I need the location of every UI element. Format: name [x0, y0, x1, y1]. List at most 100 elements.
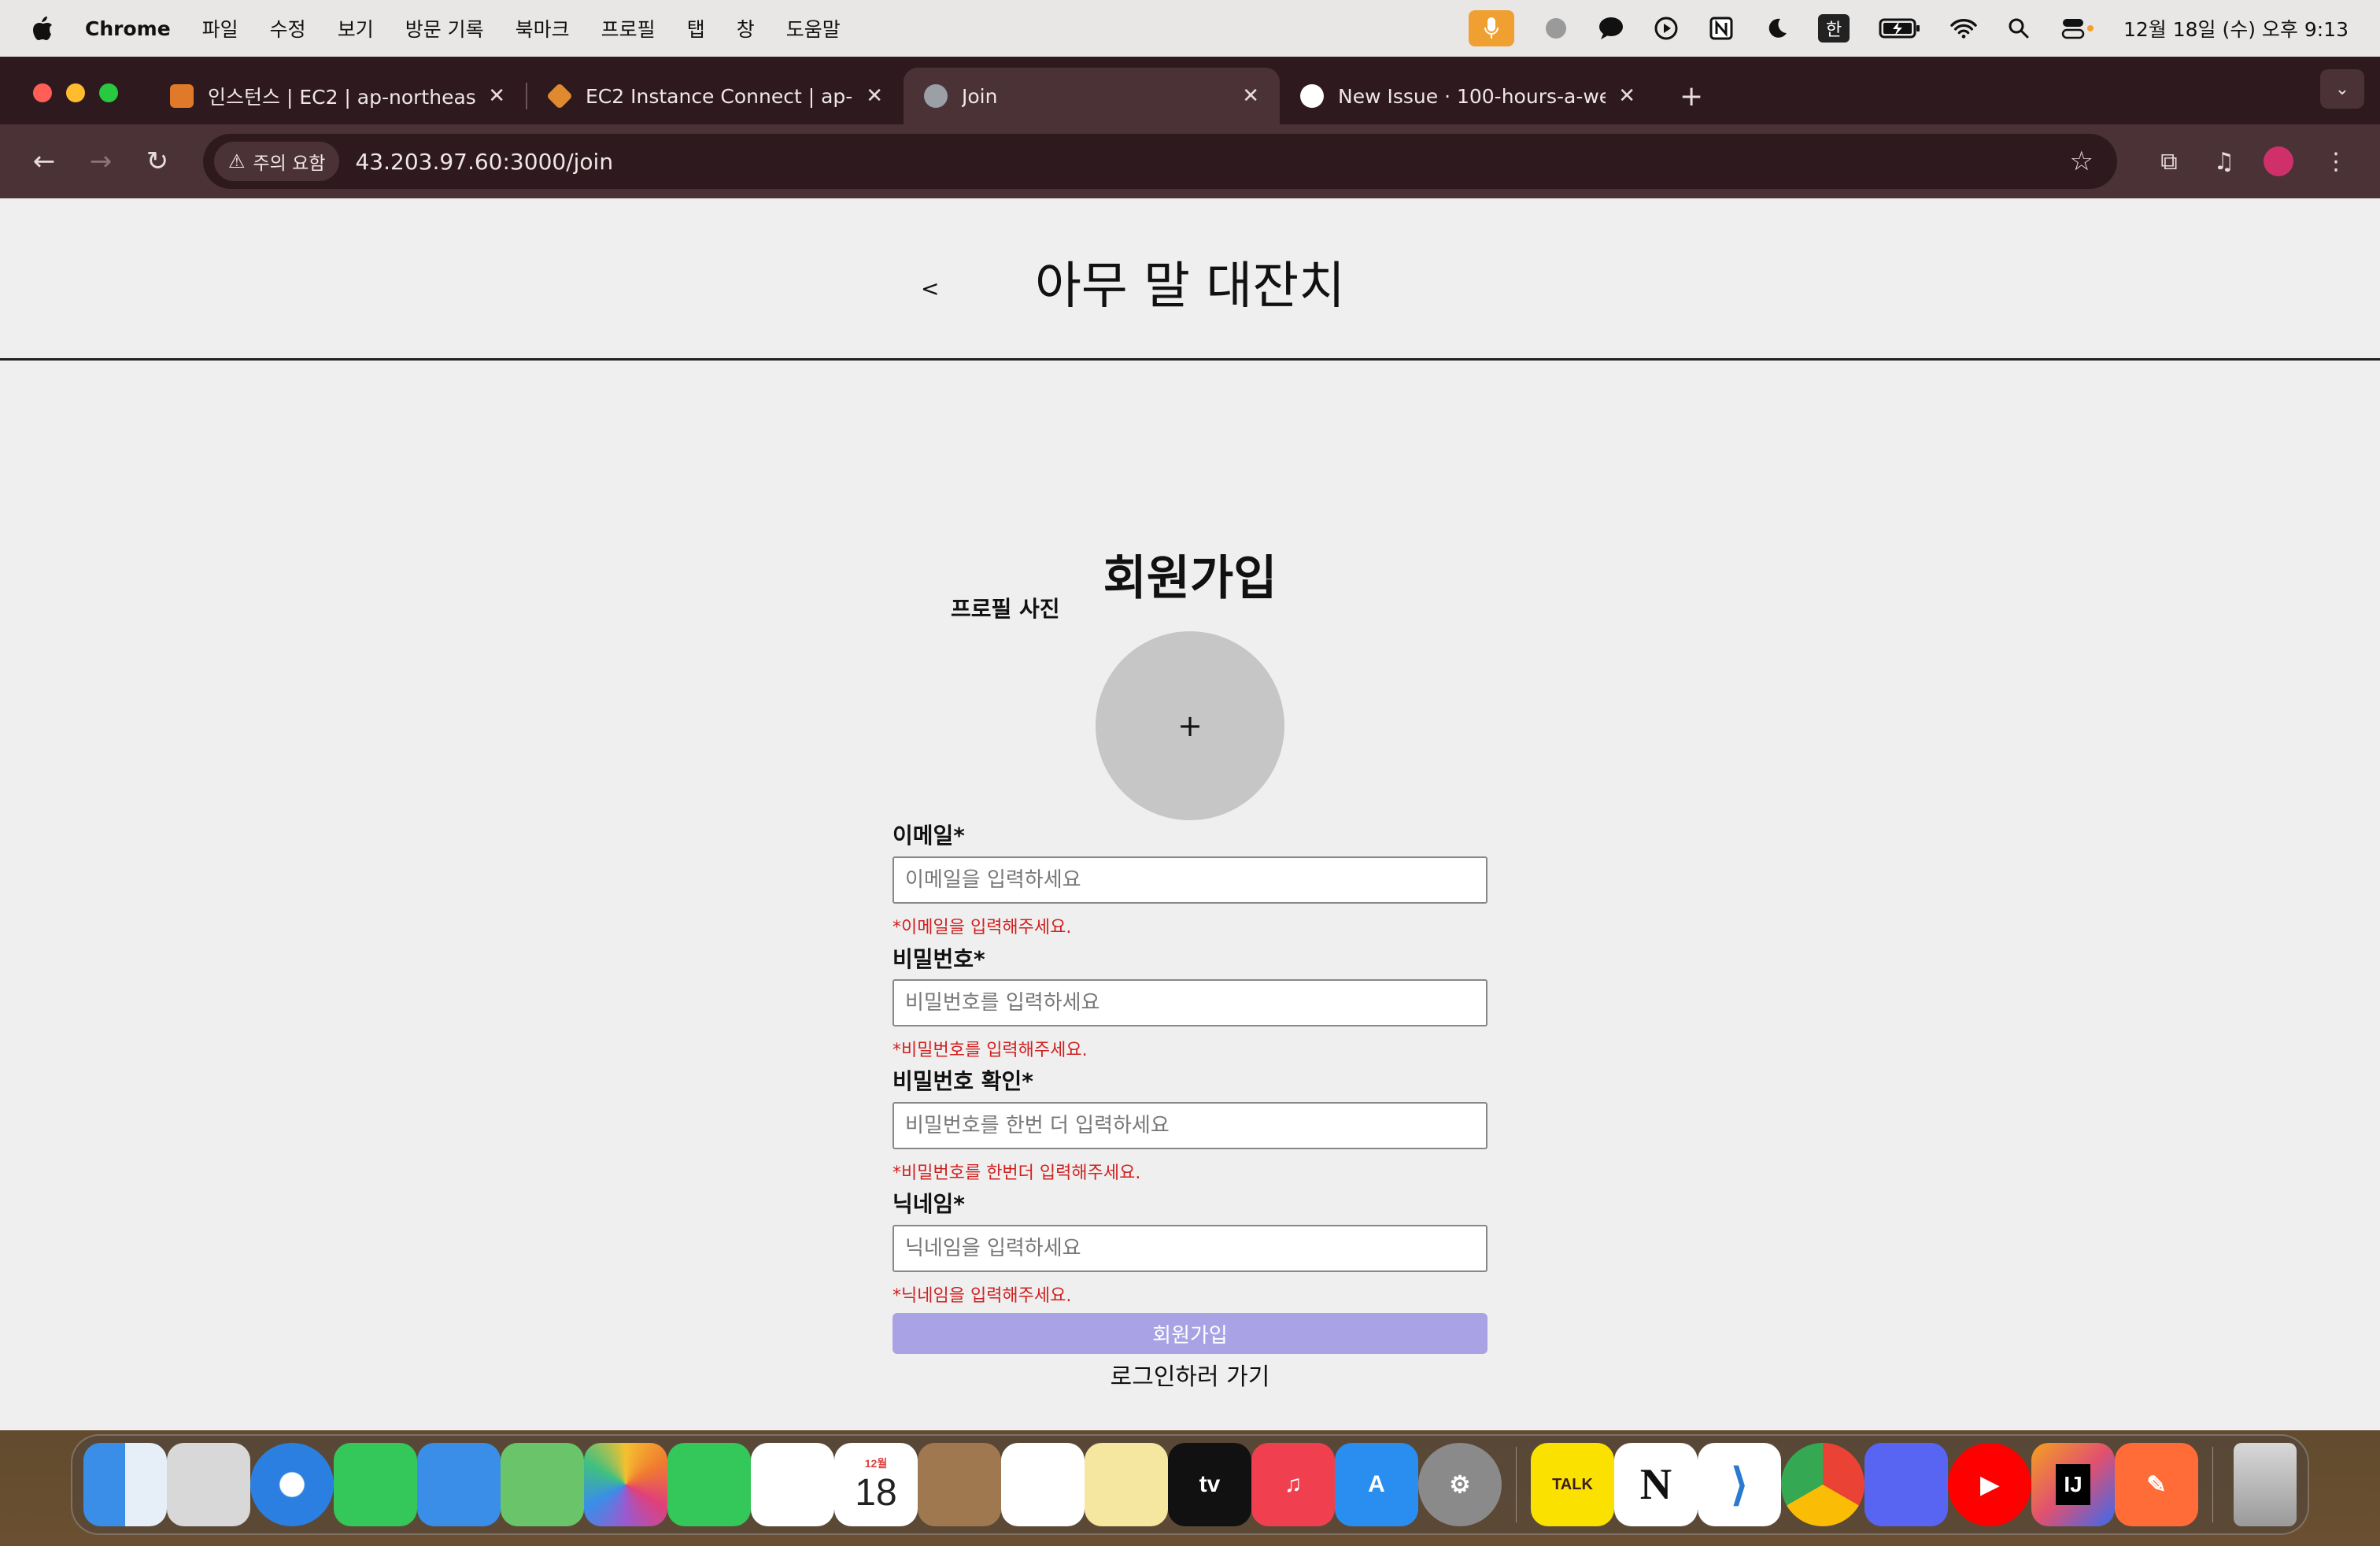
tab-title: Join — [962, 84, 998, 108]
finder-icon[interactable] — [83, 1443, 167, 1526]
postman-icon[interactable]: ✎ — [2115, 1443, 2198, 1526]
contacts-icon[interactable] — [918, 1443, 1001, 1526]
forward-arrow-icon[interactable]: → — [79, 146, 123, 177]
signup-submit-button[interactable]: 회원가입 — [893, 1313, 1488, 1354]
chat-bubble-icon[interactable] — [1598, 15, 1624, 42]
safari-icon[interactable] — [250, 1443, 334, 1526]
password-confirm-error: *비밀번호를 한번더 입력해주세요. — [893, 1163, 1141, 1183]
dock-separator — [1516, 1447, 1517, 1522]
chrome-icon[interactable] — [1781, 1443, 1864, 1526]
freeform-icon[interactable] — [751, 1443, 834, 1526]
email-error: *이메일을 입력해주세요. — [893, 918, 1072, 938]
web-page: < 아무 말 대잔치 회원가입 프로필 사진 + 이메일* *이메일을 입력해주… — [0, 198, 2380, 1430]
close-tab-icon[interactable]: ✕ — [488, 84, 505, 108]
close-window-button[interactable] — [33, 83, 52, 102]
bookmark-star-icon[interactable]: ☆ — [2070, 146, 2094, 177]
profile-photo-upload[interactable]: + — [1096, 631, 1284, 820]
tab-search-chevron-icon[interactable]: ⌄ — [2320, 69, 2364, 109]
close-tab-icon[interactable]: ✕ — [1618, 84, 1635, 108]
menu-history[interactable]: 방문 기록 — [405, 14, 484, 43]
music-icon[interactable]: ♫ — [1251, 1443, 1335, 1526]
play-circle-icon[interactable] — [1653, 15, 1680, 42]
apple-tv-label: tv — [1199, 1471, 1221, 1497]
notion-icon[interactable]: N — [1614, 1443, 1698, 1526]
extensions-puzzle-icon[interactable]: ⧉ — [2147, 148, 2191, 176]
menu-profiles[interactable]: 프로필 — [601, 14, 656, 43]
messages-icon[interactable] — [334, 1443, 417, 1526]
tab-title: 인스턴스 | EC2 | ap-northeast- — [208, 86, 476, 109]
microphone-icon[interactable] — [1468, 10, 1514, 46]
back-arrow-icon[interactable]: ← — [22, 146, 66, 177]
launchpad-icon[interactable] — [167, 1443, 250, 1526]
more-menu-icon[interactable]: ⋮ — [2314, 148, 2358, 176]
menu-tab[interactable]: 탭 — [687, 14, 705, 43]
menu-view[interactable]: 보기 — [338, 14, 374, 43]
menubar-clock[interactable]: 12월 18일 (수) 오후 9:13 — [2123, 14, 2349, 43]
profile-avatar[interactable] — [2264, 146, 2293, 176]
minimize-window-button[interactable] — [66, 83, 85, 102]
plus-icon: + — [1177, 708, 1203, 743]
security-warning-chip[interactable]: ⚠ 주의 요함 — [214, 142, 340, 181]
notion-label: N — [1639, 1460, 1672, 1509]
kakaotalk-icon[interactable]: TALK — [1531, 1443, 1614, 1526]
app-menu-chrome[interactable]: Chrome — [85, 17, 171, 40]
mail-icon[interactable] — [417, 1443, 501, 1526]
kakaotalk-label: TALK — [1552, 1475, 1593, 1493]
menu-file[interactable]: 파일 — [202, 14, 238, 43]
tab-title: New Issue · 100-hours-a-wee — [1338, 84, 1606, 108]
menu-help[interactable]: 도움말 — [786, 14, 841, 43]
email-field[interactable] — [893, 856, 1488, 904]
password-field[interactable] — [893, 979, 1488, 1026]
media-controls-icon[interactable]: ♫ — [2202, 148, 2246, 176]
notes-icon[interactable] — [1085, 1443, 1168, 1526]
tab-ec2-instance-connect[interactable]: EC2 Instance Connect | ap-nc ✕ — [527, 68, 904, 124]
password-confirm-field[interactable] — [893, 1102, 1488, 1149]
tab-join[interactable]: Join ✕ — [904, 68, 1280, 124]
menu-window[interactable]: 창 — [737, 14, 755, 43]
maps-icon[interactable] — [501, 1443, 584, 1526]
zoom-window-button[interactable] — [99, 83, 118, 102]
menu-bookmarks[interactable]: 북마크 — [516, 14, 570, 43]
url-text[interactable]: 43.203.97.60:3000/join — [355, 149, 613, 175]
close-tab-icon[interactable]: ✕ — [866, 84, 883, 108]
youtube-music-icon[interactable]: ▶ — [1948, 1443, 2031, 1526]
control-center-icon[interactable] — [2060, 15, 2095, 42]
reminders-icon[interactable] — [1001, 1443, 1085, 1526]
battery-icon[interactable] — [1878, 15, 1922, 42]
system-settings-icon[interactable]: ⚙ — [1418, 1443, 1502, 1526]
tab-ec2-instances[interactable]: 인스턴스 | EC2 | ap-northeast- ✕ — [150, 68, 526, 124]
moon-icon[interactable] — [1763, 15, 1790, 42]
browser-toolbar: ← → ↻ ⚠ 주의 요함 43.203.97.60:3000/join ☆ ⧉… — [0, 124, 2380, 198]
trash-icon[interactable] — [2234, 1443, 2297, 1526]
apple-menu-icon[interactable] — [31, 15, 54, 42]
discord-icon[interactable] — [1864, 1443, 1948, 1526]
wifi-icon[interactable] — [1950, 15, 1977, 42]
vscode-icon[interactable]: ⟩ — [1698, 1443, 1781, 1526]
notion-menubar-icon[interactable] — [1708, 15, 1735, 42]
calendar-icon[interactable]: 12월 18 — [834, 1443, 918, 1526]
photos-icon[interactable] — [584, 1443, 667, 1526]
password-error: *비밀번호를 입력해주세요. — [893, 1041, 1088, 1060]
input-source-indicator[interactable]: 한 — [1817, 14, 1850, 43]
calendar-month: 12월 — [864, 1456, 888, 1470]
facetime-icon[interactable] — [667, 1443, 751, 1526]
tab-github-new-issue[interactable]: New Issue · 100-hours-a-wee ✕ — [1280, 68, 1656, 124]
spotlight-search-icon[interactable] — [2005, 15, 2032, 42]
menu-edit[interactable]: 수정 — [270, 14, 306, 43]
intellij-icon[interactable]: IJ — [2031, 1443, 2115, 1526]
window-controls — [33, 83, 118, 102]
close-tab-icon[interactable]: ✕ — [1242, 84, 1259, 108]
github-favicon-icon — [1300, 84, 1324, 108]
intellij-label: IJ — [2056, 1464, 2090, 1505]
calendar-day: 18 — [855, 1471, 897, 1514]
new-tab-button[interactable]: + — [1680, 80, 1703, 113]
app-store-icon[interactable]: A — [1335, 1443, 1418, 1526]
aws-cube-favicon-icon — [546, 83, 573, 109]
go-to-login-link[interactable]: 로그인하러 가기 — [893, 1357, 1488, 1392]
address-bar[interactable]: ⚠ 주의 요함 43.203.97.60:3000/join ☆ — [203, 134, 2117, 189]
reload-icon[interactable]: ↻ — [135, 146, 179, 177]
nickname-field[interactable] — [893, 1225, 1488, 1272]
macos-dock: 12월 18 tv ♫ A ⚙ TALK N ⟩ ▶ IJ ✎ — [71, 1434, 2309, 1535]
recording-indicator-icon[interactable] — [1543, 15, 1569, 42]
apple-tv-icon[interactable]: tv — [1168, 1443, 1251, 1526]
